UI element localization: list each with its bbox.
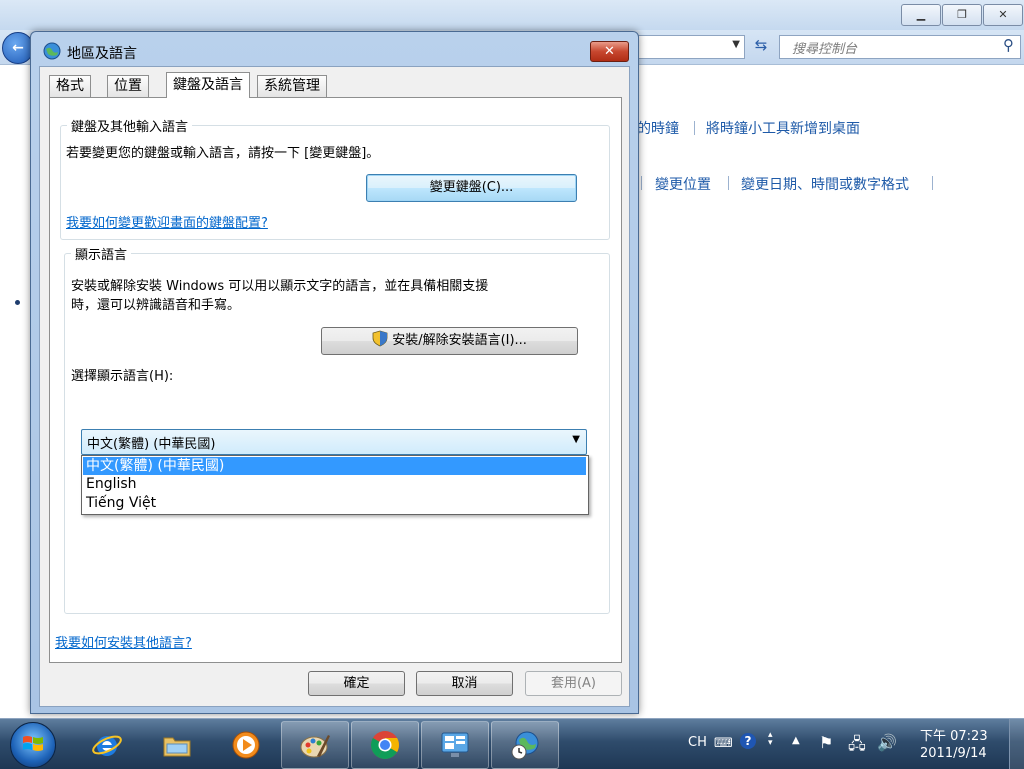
tab-panel: 鍵盤及其他輸入語言 若要變更您的鍵盤或輸入語言，請按一下 [變更鍵盤]。 變更鍵… (49, 97, 622, 663)
dialog-title: 地區及語言 (67, 46, 137, 62)
clock-time[interactable]: 下午 07:23 (920, 725, 988, 744)
control-panel-icon (441, 732, 469, 757)
link-change-date-format[interactable]: 變更日期、時間或數字格式 (741, 174, 909, 194)
taskbar-ie[interactable] (73, 721, 141, 769)
link-separator (932, 176, 933, 190)
link-clock[interactable]: 的時鐘 (637, 118, 679, 138)
system-tray: CH ⌨ ? ▴ ▾ ▲ ⚑ 🖧 🔊 下午 07:23 2011/9/14 (684, 719, 1024, 769)
control-panel-titlebar: ▁ ❐ ✕ (0, 0, 1024, 30)
link-separator (694, 121, 695, 135)
ok-button[interactable]: 確定 (308, 671, 405, 696)
start-button[interactable] (10, 722, 56, 768)
change-keyboards-button[interactable]: 變更鍵盤(C)... (366, 174, 577, 202)
taskbar-explorer[interactable] (143, 721, 211, 769)
install-other-languages-link[interactable]: 我要如何安裝其他語言? (55, 632, 192, 651)
display-language-description-2: 時，還可以辨識語音和手寫。 (71, 298, 241, 313)
taskbar-chrome[interactable] (351, 721, 419, 769)
input-language-indicator[interactable]: CH (688, 735, 707, 750)
display-language-description-1: 安裝或解除安裝 Windows 可以用以顯示文字的語言，並在具備相關支援 (71, 279, 489, 294)
dialog-body: 格式 位置 鍵盤及語言 系統管理 鍵盤及其他輸入語言 若要變更您的鍵盤或輸入語言… (39, 66, 630, 707)
tab-formats[interactable]: 格式 (49, 75, 91, 97)
show-desktop-button[interactable] (1009, 719, 1024, 769)
display-language-dropdown-list: 中文(繁體) (中華民國) English Tiếng Việt (81, 455, 589, 515)
chevron-down-icon[interactable]: ▼ (732, 39, 740, 50)
region-language-dialog: 地區及語言 ✕ 格式 位置 鍵盤及語言 系統管理 鍵盤及其他輸入語言 若要變更您… (30, 31, 639, 714)
keyboard-description: 若要變更您的鍵盤或輸入語言，請按一下 [變更鍵盤]。 (66, 146, 380, 161)
taskbar: CH ⌨ ? ▴ ▾ ▲ ⚑ 🖧 🔊 下午 07:23 2011/9/14 (0, 718, 1024, 769)
volume-icon[interactable]: 🔊 (877, 733, 897, 752)
display-language-select[interactable]: 中文(繁體) (中華民國) ▼ (81, 429, 587, 455)
globe-clock-icon (511, 731, 539, 760)
welcome-keyboard-help-link[interactable]: 我要如何變更歡迎畫面的鍵盤配置? (66, 212, 268, 231)
chevron-down-icon[interactable]: ▼ (572, 434, 580, 445)
network-icon[interactable]: 🖧 (848, 733, 866, 760)
taskbar-region-language[interactable] (491, 721, 559, 769)
link-separator (728, 176, 729, 190)
link-change-location[interactable]: 變更位置 (655, 174, 711, 194)
display-language-group-title: 顯示語言 (71, 244, 132, 263)
paint-icon (300, 735, 330, 758)
help-icon[interactable]: ? (740, 733, 756, 749)
tab-location[interactable]: 位置 (107, 75, 149, 97)
folder-icon (163, 737, 191, 757)
maximize-button[interactable]: ❐ (942, 4, 982, 26)
select-display-language-label: 選擇顯示語言(H): (71, 369, 174, 384)
language-option-vietnamese[interactable]: Tiếng Việt (83, 494, 586, 512)
clock-date[interactable]: 2011/9/14 (920, 746, 987, 761)
tab-administrative[interactable]: 系統管理 (257, 75, 327, 97)
taskbar-control-panel[interactable] (421, 721, 489, 769)
taskbar-media-player[interactable] (212, 721, 280, 769)
windows-logo-icon (23, 736, 43, 751)
cancel-button[interactable]: 取消 (416, 671, 513, 696)
minimize-button[interactable]: ▁ (901, 4, 941, 26)
close-button[interactable]: ✕ (590, 41, 629, 62)
install-uninstall-languages-button[interactable]: 安裝/解除安裝語言(I)... (321, 327, 578, 355)
tab-keyboards-languages[interactable]: 鍵盤及語言 (166, 72, 250, 98)
apply-button[interactable]: 套用(A) (525, 671, 622, 696)
install-button-label: 安裝/解除安裝語言(I)... (392, 333, 527, 348)
search-icon[interactable]: ⚲ (1003, 36, 1014, 54)
keyboard-group: 鍵盤及其他輸入語言 若要變更您的鍵盤或輸入語言，請按一下 [變更鍵盤]。 變更鍵… (60, 116, 610, 240)
chrome-icon (371, 731, 399, 759)
display-language-selected-value: 中文(繁體) (中華民國) (87, 437, 216, 452)
refresh-icon[interactable]: ⇆ (750, 36, 772, 58)
media-player-icon (232, 731, 260, 759)
options-arrows-icon[interactable]: ▴ ▾ (768, 731, 773, 748)
language-option-chinese-traditional[interactable]: 中文(繁體) (中華民國) (83, 457, 586, 475)
show-hidden-icons-icon[interactable]: ▲ (792, 735, 800, 746)
globe-icon (43, 42, 61, 60)
link-separator (641, 176, 642, 190)
keyboard-group-title: 鍵盤及其他輸入語言 (67, 116, 193, 135)
search-input[interactable]: 搜尋控制台 ⚲ (779, 35, 1021, 59)
action-center-flag-icon[interactable]: ⚑ (819, 733, 833, 752)
taskbar-paint[interactable] (281, 721, 349, 769)
bullet (15, 300, 20, 305)
uac-shield-icon (372, 330, 388, 347)
search-placeholder: 搜尋控制台 (792, 42, 858, 57)
language-option-english[interactable]: English (83, 475, 586, 493)
address-bar[interactable]: ▼ (636, 35, 745, 59)
close-window-button[interactable]: ✕ (983, 4, 1023, 26)
ie-icon (92, 735, 122, 756)
keyboard-icon[interactable]: ⌨ (714, 736, 733, 751)
link-add-clock-gadget[interactable]: 將時鐘小工具新增到桌面 (706, 118, 860, 138)
